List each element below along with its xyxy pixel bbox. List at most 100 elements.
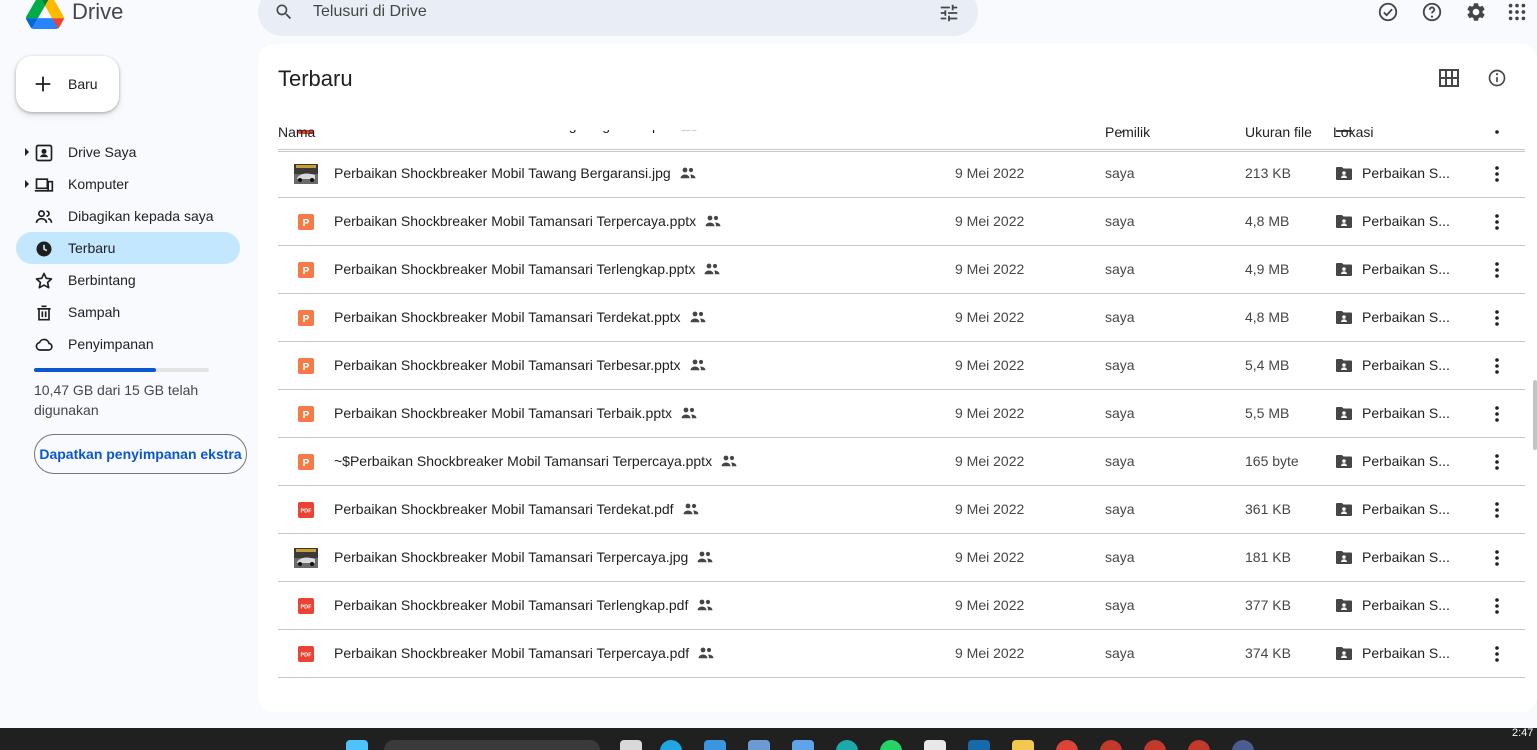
- ready-for-offline-icon[interactable]: [1377, 1, 1399, 23]
- app-icon[interactable]: [748, 740, 770, 750]
- file-row[interactable]: P Perbaikan Shockbreaker Mobil Tamansari …: [278, 246, 1525, 294]
- sidebar-item-berbintang[interactable]: Berbintang: [16, 264, 240, 296]
- more-actions-icon[interactable]: [1488, 644, 1506, 664]
- file-row[interactable]: P Perbaikan Shockbreaker Mobil Tamansari …: [278, 390, 1525, 438]
- chrome-icon[interactable]: [1188, 740, 1210, 750]
- chrome-icon[interactable]: [1232, 740, 1254, 750]
- file-location[interactable]: Perbaikan S...: [1336, 309, 1450, 325]
- file-name-cell[interactable]: Perbaikan Shockbreaker Mobil Tamansari T…: [334, 501, 700, 517]
- file-location[interactable]: Perbaikan S...: [1336, 213, 1450, 229]
- file-location[interactable]: Perbaikan S...: [1336, 453, 1450, 469]
- file-name: Perbaikan Shockbreaker Mobil Tawang Berg…: [334, 130, 672, 133]
- more-actions-icon[interactable]: [1488, 130, 1506, 136]
- file-row[interactable]: PDF Perbaikan Shockbreaker Mobil Tamansar…: [278, 486, 1525, 534]
- search-icon[interactable]: [274, 2, 294, 22]
- more-actions-icon[interactable]: [1488, 356, 1506, 376]
- file-name-cell[interactable]: Perbaikan Shockbreaker Mobil Tamansari T…: [334, 213, 722, 229]
- sidebar-item-label: Penyimpanan: [68, 336, 154, 352]
- sidebar-item-terbaru[interactable]: Terbaru: [16, 232, 240, 264]
- file-location-label: Perbaikan S...: [1362, 549, 1450, 565]
- new-button[interactable]: Baru: [16, 56, 119, 112]
- start-icon[interactable]: [346, 740, 368, 750]
- file-owner: saya: [1105, 357, 1135, 373]
- file-location[interactable]: Perbaikan S...: [1336, 405, 1450, 421]
- svg-text:PDF: PDF: [301, 653, 313, 659]
- more-actions-icon[interactable]: [1488, 500, 1506, 520]
- more-actions-icon[interactable]: [1488, 404, 1506, 424]
- more-actions-icon[interactable]: [1488, 164, 1506, 184]
- file-row[interactable]: P Perbaikan Shockbreaker Mobil Tamansari …: [278, 198, 1525, 246]
- sidebar-item-dibagikan-kepada-saya[interactable]: Dibagikan kepada saya: [16, 200, 240, 232]
- edge-icon[interactable]: [660, 740, 682, 750]
- chrome-icon[interactable]: [1100, 740, 1122, 750]
- file-name-cell[interactable]: Perbaikan Shockbreaker Mobil Tamansari T…: [334, 309, 707, 325]
- file-location[interactable]: Perbaikan S...: [1336, 597, 1450, 613]
- file-name-cell[interactable]: Perbaikan Shockbreaker Mobil Tamansari T…: [334, 597, 714, 613]
- app-icon[interactable]: [924, 740, 946, 750]
- file-location[interactable]: Perbaikan S...: [1336, 645, 1450, 661]
- sidebar-item-komputer[interactable]: Komputer: [16, 168, 240, 200]
- caret-right-icon[interactable]: [24, 148, 30, 156]
- whatsapp-icon[interactable]: [880, 740, 902, 750]
- caret-right-icon[interactable]: [24, 180, 30, 188]
- file-location[interactable]: Perbaikan S...: [1336, 549, 1450, 565]
- file-row[interactable]: Perbaikan Shockbreaker Mobil Tawang Berg…: [278, 150, 1525, 198]
- apps-grid-icon[interactable]: [1506, 1, 1528, 23]
- grid-view-icon[interactable]: [1439, 69, 1459, 87]
- task-view-icon[interactable]: [620, 740, 642, 750]
- search-options-icon[interactable]: [938, 2, 960, 24]
- more-actions-icon[interactable]: [1488, 452, 1506, 472]
- more-actions-icon[interactable]: [1488, 260, 1506, 280]
- more-actions-icon[interactable]: [1488, 308, 1506, 328]
- file-location[interactable]: Perbaikan S...: [1336, 501, 1450, 517]
- file-name-cell[interactable]: Perbaikan Shockbreaker Mobil Tamansari T…: [334, 645, 715, 661]
- file-name-cell[interactable]: Perbaikan Shockbreaker Mobil Tawang Berg…: [334, 130, 698, 133]
- folder-icon[interactable]: [1012, 740, 1034, 750]
- info-icon[interactable]: [1487, 68, 1507, 88]
- help-icon[interactable]: [1421, 1, 1443, 23]
- file-owner: saya: [1105, 213, 1135, 229]
- file-row[interactable]: P ~$Perbaikan Shockbreaker Mobil Tamansar…: [278, 438, 1525, 486]
- calendar-icon[interactable]: [792, 740, 814, 750]
- file-name-cell[interactable]: ~$Perbaikan Shockbreaker Mobil Tamansari…: [334, 453, 738, 469]
- file-location[interactable]: Perbaikan S...: [1336, 165, 1450, 181]
- file-location[interactable]: Perbaikan S...: [1336, 357, 1450, 373]
- file-name-cell[interactable]: Perbaikan Shockbreaker Mobil Tamansari T…: [334, 405, 698, 421]
- file-name-cell[interactable]: Perbaikan Shockbreaker Mobil Tawang Berg…: [334, 165, 697, 181]
- app-icon[interactable]: [836, 740, 858, 750]
- drive-logo[interactable]: Drive: [26, 0, 123, 30]
- sidebar-item-sampah[interactable]: Sampah: [16, 296, 240, 328]
- column-header-size[interactable]: Ukuran file: [1245, 124, 1312, 140]
- file-owner: saya: [1105, 309, 1135, 325]
- app-icon[interactable]: [968, 740, 990, 750]
- more-actions-icon[interactable]: [1488, 596, 1506, 616]
- get-more-storage-button[interactable]: Dapatkan penyimpanan ekstra: [34, 434, 247, 474]
- file-name-cell[interactable]: Perbaikan Shockbreaker Mobil Tamansari T…: [334, 261, 721, 277]
- file-name-cell[interactable]: Perbaikan Shockbreaker Mobil Tamansari T…: [334, 357, 707, 373]
- store-icon[interactable]: [704, 740, 726, 750]
- file-row[interactable]: PDF Perbaikan Shockbreaker Mobil Tamansar…: [278, 630, 1525, 678]
- file-size: 5,4 MB: [1245, 357, 1290, 373]
- settings-icon[interactable]: [1465, 1, 1487, 23]
- chrome-icon[interactable]: [1056, 740, 1078, 750]
- column-header-owner[interactable]: Pemilik: [1105, 124, 1150, 140]
- column-header-location[interactable]: Lokasi: [1333, 124, 1373, 140]
- shared-people-icon: [680, 167, 696, 179]
- file-row[interactable]: PDF Perbaikan Shockbreaker Mobil Tamansar…: [278, 582, 1525, 630]
- sidebar-item-drive-saya[interactable]: Drive Saya: [16, 136, 240, 168]
- scrollbar[interactable]: [1533, 380, 1537, 450]
- file-row[interactable]: P Perbaikan Shockbreaker Mobil Tamansari …: [278, 342, 1525, 390]
- column-header-name[interactable]: Nama: [278, 124, 315, 140]
- file-row[interactable]: P Perbaikan Shockbreaker Mobil Tamansari …: [278, 294, 1525, 342]
- search-input[interactable]: [313, 0, 913, 24]
- taskbar-search[interactable]: [384, 740, 600, 750]
- more-actions-icon[interactable]: [1488, 212, 1506, 232]
- sidebar-item-penyimpanan[interactable]: Penyimpanan: [16, 328, 240, 360]
- search-bar[interactable]: [258, 0, 978, 36]
- chrome-icon[interactable]: [1144, 740, 1166, 750]
- file-name-cell[interactable]: Perbaikan Shockbreaker Mobil Tamansari T…: [334, 549, 714, 565]
- file-row[interactable]: Perbaikan Shockbreaker Mobil Tamansari T…: [278, 534, 1525, 582]
- more-actions-icon[interactable]: [1488, 548, 1506, 568]
- clock: 2:47: [1512, 728, 1534, 739]
- file-location[interactable]: Perbaikan S...: [1336, 261, 1450, 277]
